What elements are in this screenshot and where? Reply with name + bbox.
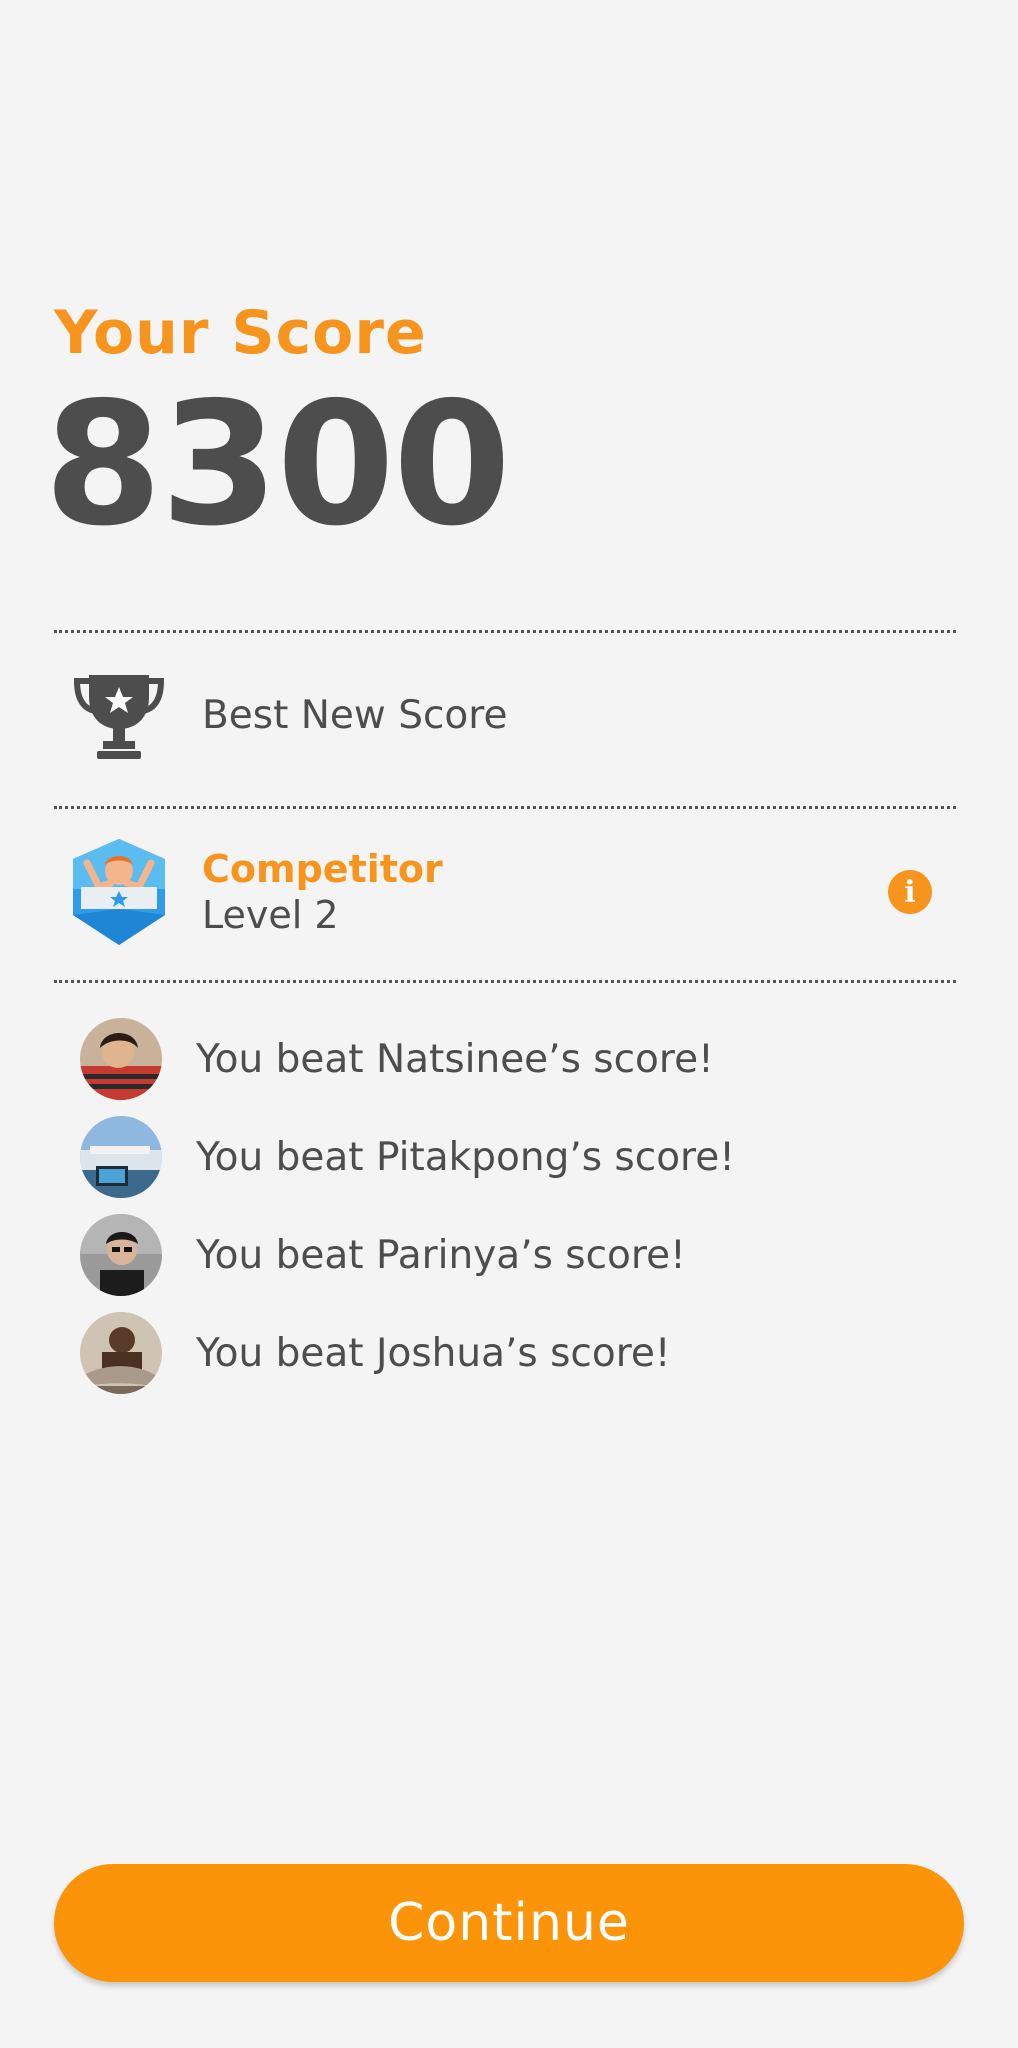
beat-text: You beat Natsinee’s score! xyxy=(196,1036,714,1082)
info-icon[interactable]: i xyxy=(888,870,932,914)
avatar xyxy=(80,1116,162,1198)
best-score-row: Best New Score xyxy=(54,650,956,780)
list-item: You beat Joshua’s score! xyxy=(80,1312,960,1394)
badge-level: Level 2 xyxy=(202,893,339,937)
competitor-badge-icon xyxy=(54,832,184,952)
beaten-friends-list: You beat Natsinee’s score! You beat Pita… xyxy=(80,1018,960,1410)
badge-text: Competitor Level 2 xyxy=(202,847,888,937)
continue-button[interactable]: Continue xyxy=(54,1864,964,1982)
beat-text: You beat Parinya’s score! xyxy=(196,1232,686,1278)
badge-row[interactable]: Competitor Level 2 i xyxy=(54,826,956,958)
divider xyxy=(54,630,956,633)
list-item: You beat Pitakpong’s score! xyxy=(80,1116,960,1198)
divider xyxy=(54,980,956,983)
beat-text: You beat Joshua’s score! xyxy=(196,1330,671,1376)
beat-text: You beat Pitakpong’s score! xyxy=(196,1134,735,1180)
list-item: You beat Natsinee’s score! xyxy=(80,1018,960,1100)
divider xyxy=(54,806,956,809)
best-score-text: Best New Score xyxy=(202,692,508,738)
score-label: Your Score xyxy=(54,298,427,368)
badge-title: Competitor xyxy=(202,847,443,891)
avatar xyxy=(80,1018,162,1100)
avatar xyxy=(80,1214,162,1296)
score-value: 8300 xyxy=(44,366,511,564)
score-screen: Your Score 8300 Best New Score Competito… xyxy=(0,0,1018,2048)
trophy-icon xyxy=(54,660,184,770)
avatar xyxy=(80,1312,162,1394)
list-item: You beat Parinya’s score! xyxy=(80,1214,960,1296)
